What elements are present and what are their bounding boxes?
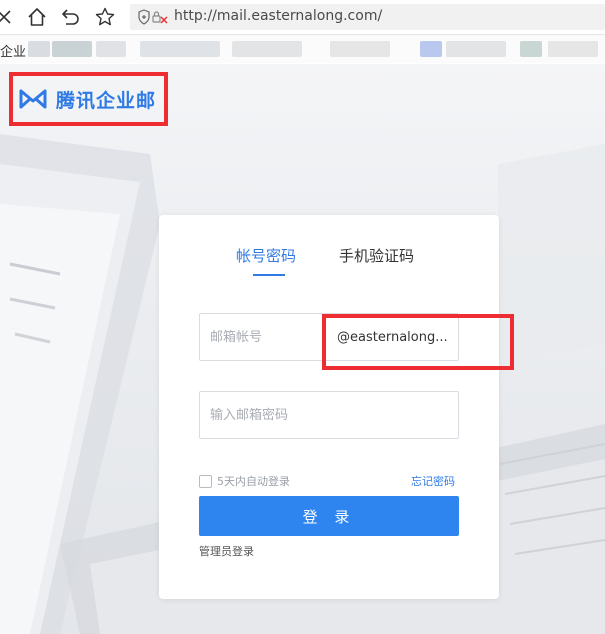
browser-toolbar: http://mail.easternalong.com/ — [0, 0, 605, 35]
highlight-box-domain — [322, 314, 514, 370]
account-input[interactable] — [200, 314, 325, 360]
tab-sms-code[interactable]: 手机验证码 — [339, 245, 414, 266]
password-input[interactable] — [200, 392, 458, 438]
blurred-bookmark — [446, 41, 506, 57]
home-icon[interactable] — [26, 6, 48, 28]
active-tab-underline — [253, 274, 285, 276]
blurred-bookmark — [548, 41, 598, 57]
address-bar[interactable]: http://mail.easternalong.com/ — [130, 4, 605, 30]
blurred-bookmark — [420, 41, 442, 57]
account-field[interactable] — [199, 313, 325, 361]
tab-account-password[interactable]: 帐号密码 — [236, 245, 296, 266]
remember-checkbox[interactable] — [199, 474, 212, 488]
undo-icon[interactable] — [60, 6, 82, 28]
bookmarks-bar: 企业 — [0, 35, 605, 63]
admin-login-link[interactable]: 管理员登录 — [199, 543, 254, 559]
login-card: 帐号密码 手机验证码 @easternalong... 5天内自动登录 忘记密码… — [159, 215, 499, 599]
blurred-bookmark — [28, 41, 50, 57]
blurred-bookmark — [140, 41, 220, 57]
bookmark-item[interactable]: 企业 — [0, 41, 26, 60]
star-icon[interactable] — [94, 6, 116, 28]
login-button[interactable]: 登 录 — [199, 496, 459, 536]
security-icon[interactable] — [138, 9, 170, 25]
url-text[interactable]: http://mail.easternalong.com/ — [174, 8, 382, 24]
password-field[interactable] — [199, 391, 459, 439]
forgot-password-link[interactable]: 忘记密码 — [411, 473, 455, 489]
blurred-bookmark — [96, 41, 126, 57]
blurred-bookmark — [232, 41, 302, 57]
remember-label[interactable]: 5天内自动登录 — [217, 473, 290, 489]
close-icon[interactable] — [0, 6, 16, 28]
blurred-bookmark — [52, 41, 92, 57]
remember-me[interactable]: 5天内自动登录 — [199, 473, 290, 489]
login-page: 腾讯企业邮 帐号密码 手机验证码 @easternalong... 5天内自动登… — [0, 64, 605, 634]
highlight-box-logo — [9, 72, 168, 126]
blurred-bookmark — [520, 41, 542, 57]
blurred-bookmark — [330, 41, 390, 57]
